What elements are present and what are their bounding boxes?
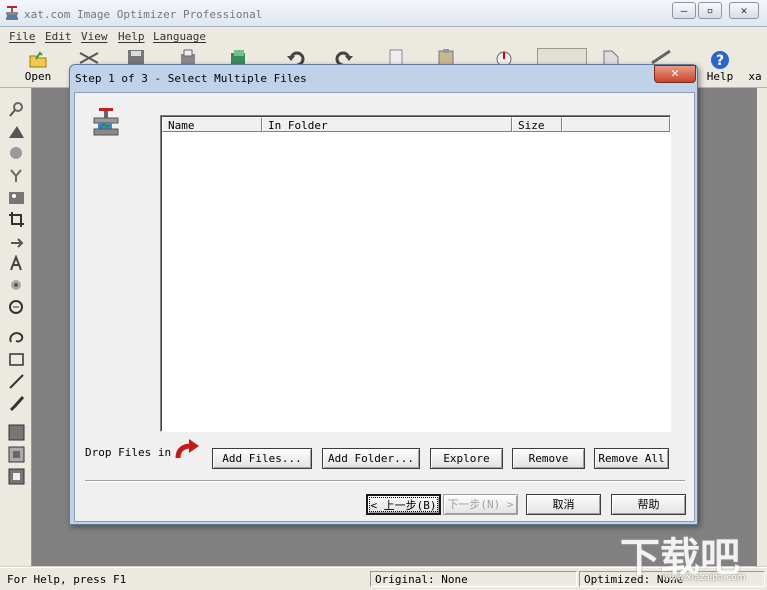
line-icon[interactable] (8, 373, 25, 390)
status-help: For Help, press F1 (7, 573, 127, 586)
print-icon[interactable] (178, 49, 198, 65)
open-folder-icon (29, 51, 47, 68)
menu-bar: File Edit View Help Language (0, 27, 767, 47)
menu-help[interactable]: Help (118, 30, 145, 43)
app-icon (6, 6, 18, 20)
column-in-folder[interactable]: In Folder (262, 117, 512, 132)
file-list[interactable]: Name In Folder Size (160, 115, 671, 432)
dialog-close-button[interactable]: ✕ (654, 65, 696, 83)
scissors-icon[interactable] (78, 51, 100, 65)
lasso-icon[interactable] (8, 329, 25, 346)
minimize-button[interactable]: — (672, 2, 696, 19)
crop-icon[interactable] (8, 211, 25, 228)
export-icon[interactable] (228, 49, 248, 65)
right-panel-strip (757, 88, 767, 566)
dialog-body: Name In Folder Size Drop Files in Add Fi… (74, 92, 695, 522)
column-spacer (562, 117, 670, 132)
copy-icon[interactable] (386, 49, 406, 65)
app-title: xat.com Image Optimizer Professional (24, 8, 263, 21)
undo-icon[interactable] (286, 49, 306, 65)
xat-button[interactable]: xa (744, 50, 766, 86)
paste-icon[interactable] (436, 49, 456, 65)
menu-file[interactable]: File (9, 30, 36, 43)
color-fill-icon[interactable] (8, 424, 25, 441)
rotate-icon[interactable] (8, 233, 25, 250)
column-size[interactable]: Size (512, 117, 562, 132)
batch-icon[interactable] (601, 49, 621, 65)
add-folder-button[interactable]: Add Folder... (322, 448, 420, 469)
remove-button[interactable]: Remove (512, 448, 585, 469)
drop-files-label: Drop Files in (85, 446, 172, 459)
chart-icon[interactable] (494, 49, 514, 65)
select-files-dialog: Step 1 of 3 - Select Multiple Files ✕ Na… (69, 64, 698, 525)
open-label: Open (24, 70, 52, 83)
dialog-title: Step 1 of 3 - Select Multiple Files (75, 72, 307, 85)
save-icon[interactable] (126, 49, 146, 65)
add-files-button[interactable]: Add Files... (212, 448, 312, 469)
selection-icon[interactable] (8, 468, 25, 485)
close-window-button[interactable]: ✕ (729, 2, 759, 19)
explore-button[interactable]: Explore (430, 448, 503, 469)
svg-text:?: ? (716, 53, 724, 69)
maximize-button[interactable]: ▫ (698, 2, 722, 19)
tone-icon[interactable] (8, 167, 25, 184)
cancel-button[interactable]: 取消 (526, 494, 601, 515)
dialog-help-button[interactable]: 帮助 (611, 494, 686, 515)
mountain-icon[interactable] (8, 123, 25, 140)
brush-icon[interactable] (8, 395, 25, 412)
help-icon: ? (711, 51, 729, 69)
settings-tool-icon[interactable] (650, 49, 672, 65)
help-button[interactable]: ? Help (705, 50, 735, 86)
dialog-separator (85, 480, 685, 482)
remove-all-button[interactable]: Remove All (594, 448, 669, 469)
redo-icon[interactable] (334, 49, 354, 65)
menu-view[interactable]: View (81, 30, 108, 43)
text-icon[interactable] (8, 255, 25, 272)
flower-icon[interactable] (8, 277, 25, 294)
menu-edit[interactable]: Edit (45, 30, 72, 43)
menu-language[interactable]: Language (153, 30, 206, 43)
watermark-url: www.xiazaiba.com (662, 573, 746, 583)
sphere-icon[interactable] (8, 145, 25, 162)
drop-arrow-icon (175, 439, 199, 459)
status-original: Original: None (370, 571, 577, 587)
stamp-icon[interactable] (8, 299, 25, 316)
optimizer-logo-icon (93, 108, 119, 136)
back-button[interactable]: < 上一步(B) (366, 494, 441, 515)
rectangle-icon[interactable] (8, 351, 25, 368)
tool-strip (0, 88, 32, 566)
xat-label: xa (748, 70, 762, 83)
mask-icon[interactable] (8, 446, 25, 463)
image-icon[interactable] (8, 189, 25, 206)
next-button[interactable]: 下一步(N) > (443, 494, 518, 515)
window-titlebar[interactable]: xat.com Image Optimizer Professional — ▫… (0, 0, 767, 27)
help-label: Help (706, 70, 734, 83)
column-name[interactable]: Name (162, 117, 262, 132)
open-button[interactable]: Open (20, 50, 56, 86)
zoom-icon[interactable] (8, 101, 25, 118)
